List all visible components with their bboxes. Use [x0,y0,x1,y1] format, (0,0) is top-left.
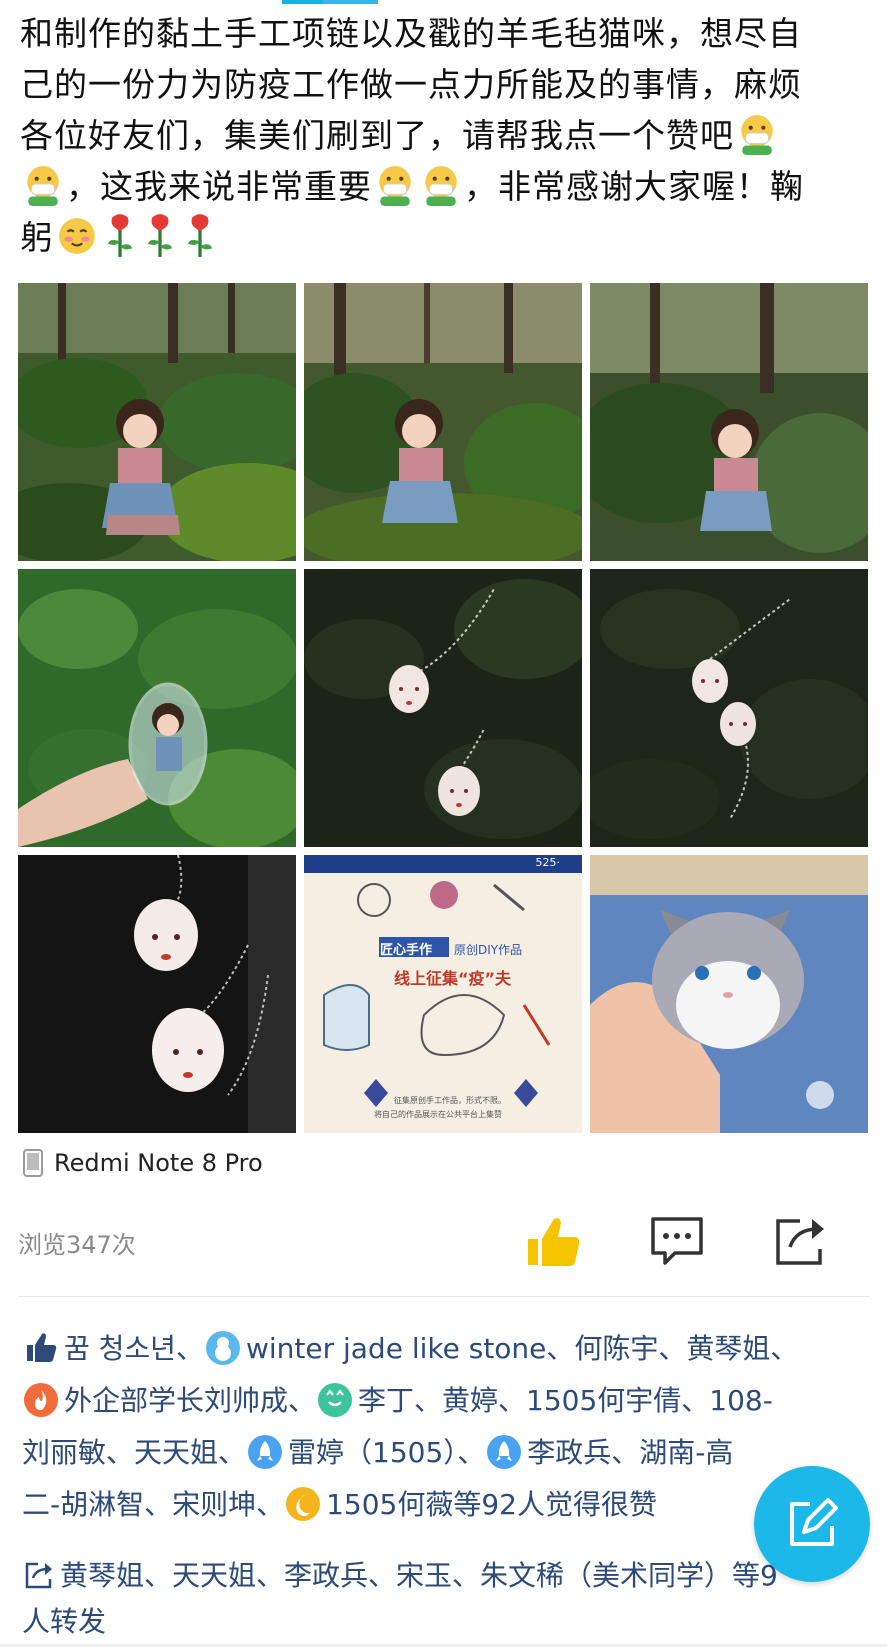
rose-emoji-icon [107,214,133,257]
photo-clay-necklaces-dark-1[interactable] [304,569,582,847]
photo-grid: 525· 匠心手作 原创DIY作品 线上征集“疫”夫 征集原创手工作品，形式不限… [18,283,868,1133]
poster-top-text: 525· [535,856,561,869]
edit-icon [790,1498,838,1546]
flame-avatar-icon [24,1383,58,1417]
photo-doll-forest-2[interactable] [304,283,582,561]
blushing-face-emoji-icon [59,218,95,254]
like-line: 二-胡淋智、宋则坤、 1505何薇等92人觉得很赞 [22,1479,872,1531]
liker-name[interactable]: 雷婷（1505）、 [288,1436,485,1469]
rose-emoji-icon [187,214,213,257]
liker-name[interactable]: 1505何薇等92人觉得很赞 [326,1488,657,1521]
photo-doll-in-capsule[interactable] [18,569,296,847]
snowman-avatar-icon [205,1331,240,1365]
poster-footer-2: 将自己的作品展示在公共平台上集赞 [374,1110,502,1119]
rocket-avatar-icon [487,1435,522,1469]
rose-emoji-icon [147,214,173,257]
share-line: 人转发 [22,1605,107,1638]
post-line: 和制作的黏土手工项链以及戳的羊毛毡猫咪，想尽自 [20,14,802,53]
device-label: Redmi Note 8 Pro [22,1145,263,1181]
post-line-text: ，这我来说非常重要 [66,167,372,206]
share-line: 黄琴姐、天天姐、李政兵、宋玉、朱文稀（美术同学）等9 [22,1553,872,1599]
poster-footer-1: 征集原创手工作品，形式不限。 [394,1096,506,1105]
post-line: ，这我来说非常重要 ，非常感谢大家喔！鞠 [20,161,870,212]
cat-face-avatar-icon [318,1383,353,1417]
mask-face-emoji-icon [741,115,773,155]
phone-icon [23,1149,43,1177]
photo-doll-forest-1[interactable] [18,283,296,561]
like-line: 刘丽敏、天天姐、 雷婷（1505）、 李政兵、湖南-高 [22,1427,872,1479]
poster-headline: 线上征集“疫”夫 [394,969,512,988]
compose-button[interactable] [754,1466,870,1582]
thumbs-up-icon[interactable] [524,1213,582,1269]
share-small-icon [25,1562,52,1589]
like-line: 外企部学长刘帅成、 李丁、黄婷、1505何宇倩、108- [22,1375,872,1427]
liker-name[interactable]: 꿈 청소년、 [64,1332,204,1365]
stats-row: 浏览347次 [0,1195,887,1285]
photo-poster[interactable]: 525· 匠心手作 原创DIY作品 线上征集“疫”夫 征集原创手工作品，形式不限… [304,855,582,1133]
strip-segment [282,0,322,4]
view-count: 浏览347次 [18,1231,136,1259]
sharer-names[interactable]: 黄琴姐、天天姐、李政兵、宋玉、朱文稀（美术同学）等9 [60,1559,778,1592]
rocket-avatar-icon [248,1435,283,1469]
photo-wool-felt-cat[interactable] [590,855,868,1133]
liker-name[interactable]: 李丁、黄婷、1505何宇倩、108- [358,1384,773,1417]
post-line-text: 各位好友们，集美们刷到了，请帮我点一个赞吧 [20,116,734,155]
mask-face-emoji-icon [27,166,59,206]
post-line-text: 躬 [20,218,54,257]
photo-doll-forest-3[interactable] [590,283,868,561]
strip-segment [322,0,378,4]
device-name: Redmi Note 8 Pro [54,1149,263,1177]
post-line: 己的一份力为防疫工作做一点力所能及的事情，麻烦 [20,65,802,104]
photo-clay-necklaces-black-cloth[interactable] [18,855,296,1133]
top-progress-strip [0,0,887,6]
thumbs-up-small-icon [27,1333,57,1362]
liker-name[interactable]: 二-胡淋智、宋则坤、 [22,1488,284,1521]
share-list: 黄琴姐、天天姐、李政兵、宋玉、朱文稀（美术同学）等9 人转发 [22,1553,872,1645]
mask-face-emoji-icon [379,166,411,206]
poster-subtitle: 原创DIY作品 [454,943,523,957]
liker-name[interactable]: 李政兵、湖南-高 [527,1436,733,1469]
mask-face-emoji-icon [425,166,457,206]
liker-name[interactable]: 刘丽敏、天天姐、 [22,1436,246,1469]
photo-clay-necklaces-dark-2[interactable] [590,569,868,847]
post-line-text: ，非常感谢大家喔！鞠 [464,167,804,206]
divider [18,1296,870,1297]
post-line: 各位好友们，集美们刷到了，请帮我点一个赞吧 [20,110,870,161]
liker-name[interactable]: winter jade like stone、何陈宇、黄琴姐、 [246,1332,798,1365]
like-line: 꿈 청소년、 winter jade like stone、何陈宇、黄琴姐、 [22,1323,872,1375]
comment-icon[interactable] [648,1213,706,1269]
poster-banner: 匠心手作 [380,943,433,958]
share-icon[interactable] [772,1213,830,1269]
liker-name[interactable]: 外企部学长刘帅成、 [64,1384,316,1417]
post-line: 躬 [20,212,870,263]
post-text: 和制作的黏土手工项链以及戳的羊毛毡猫咪，想尽自 己的一份力为防疫工作做一点力所能… [20,8,870,263]
like-list: 꿈 청소년、 winter jade like stone、何陈宇、黄琴姐、 外企… [22,1323,872,1531]
moon-avatar-icon [286,1487,321,1521]
